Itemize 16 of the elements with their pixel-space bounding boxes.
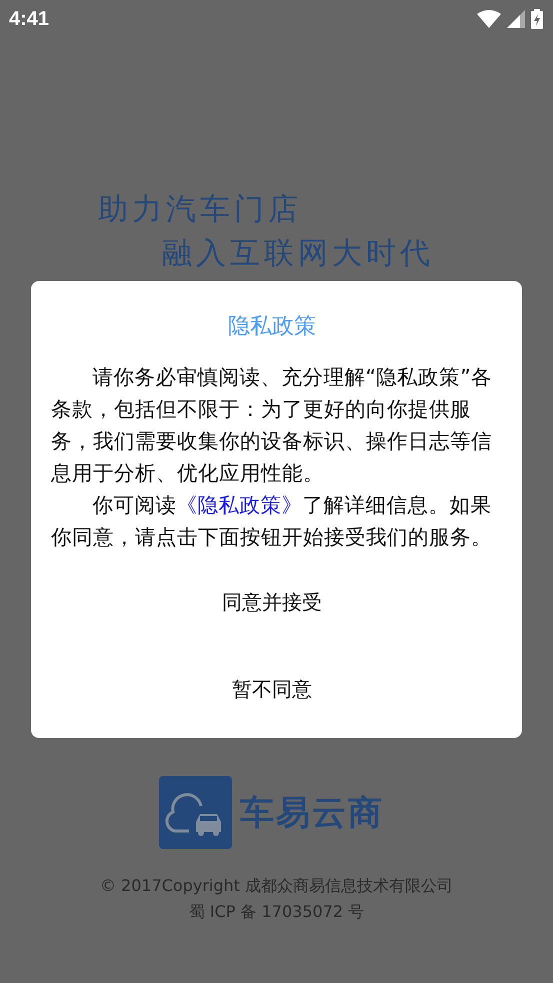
status-time: 4:41 [9,8,50,30]
battery-charging-icon [531,9,543,29]
wifi-icon [477,10,501,28]
dialog-title: 隐私政策 [228,313,316,341]
agree-button[interactable]: 同意并接受 [192,579,352,626]
dialog-paragraph: 你可阅读《隐私政策》了解详细信息。如果你同意，请点击下面按钮开始接受我们的服务。 [51,492,493,551]
copyright-text: © 2017Copyright 成都众商易信息技术有限公司 [98,875,454,897]
slogan-line: 融入互联网大时代 [162,235,435,273]
brand-name: 车易云商 [240,792,384,834]
cloud-car-logo-icon [159,776,232,849]
signal-icon [507,10,525,28]
disagree-button[interactable]: 暂不同意 [202,666,342,713]
privacy-policy-link[interactable]: 《隐私政策》 [176,493,302,517]
icp-text: 蜀 ICP 备 17035072 号 [188,901,366,923]
dialog-paragraph: 请你务必审慎阅读、充分理解“隐私政策”各条款，包括但不限于：为了更好的向你提供服务，我们需要收集你的设备标识、操作日志等信息用于分析、优化应用性能。 [51,364,493,487]
slogan-line: 助力汽车门店 [98,191,303,229]
